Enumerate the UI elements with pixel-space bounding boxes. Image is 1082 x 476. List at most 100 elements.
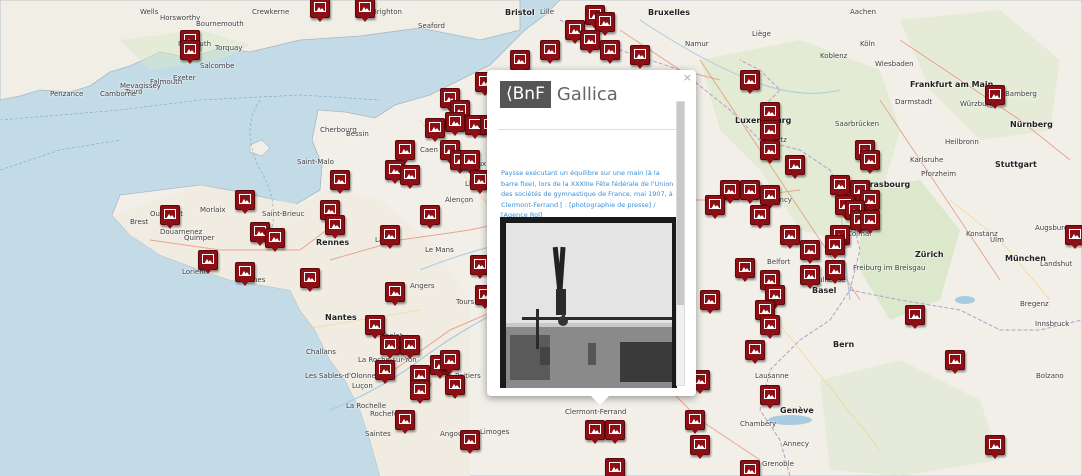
photo-marker-icon[interactable] xyxy=(750,205,770,229)
image-icon xyxy=(864,154,876,164)
photo-marker-icon[interactable] xyxy=(740,460,760,476)
image-icon xyxy=(764,144,776,154)
place-label: Bregenz xyxy=(1020,300,1049,308)
photo-marker-icon[interactable] xyxy=(160,205,180,229)
place-label: Penzance xyxy=(50,90,84,98)
photo-marker-icon[interactable] xyxy=(395,410,415,434)
photo-marker-icon[interactable] xyxy=(330,170,350,194)
photo-marker-icon[interactable] xyxy=(235,190,255,214)
place-label: Les Sables-d'Olonne xyxy=(305,372,376,380)
photo-marker-icon[interactable] xyxy=(745,340,765,364)
photo-marker-icon[interactable] xyxy=(385,282,405,306)
photo-marker-icon[interactable] xyxy=(265,228,285,252)
photo-marker-icon[interactable] xyxy=(605,458,625,476)
photo-marker-icon[interactable] xyxy=(395,140,415,164)
photo-marker-icon[interactable] xyxy=(760,102,780,126)
photo-marker-icon[interactable] xyxy=(785,155,805,179)
map-view[interactable]: Wells Horsworthy Crewkerne Brighton Bournemo… xyxy=(0,0,1082,476)
photo-marker-icon[interactable] xyxy=(375,360,395,384)
photo-marker-icon[interactable] xyxy=(605,420,625,444)
photo-marker-icon[interactable] xyxy=(580,30,600,54)
photo-marker-icon[interactable] xyxy=(540,40,560,64)
image-icon xyxy=(864,214,876,224)
photo-marker-icon[interactable] xyxy=(780,225,800,249)
photo-marker-icon[interactable] xyxy=(800,240,820,264)
photo-marker-icon[interactable] xyxy=(420,205,440,229)
image-icon xyxy=(764,274,776,284)
popup-scrollbar[interactable] xyxy=(676,101,685,386)
photo-marker-icon[interactable] xyxy=(180,40,200,64)
photo-marker-icon[interactable] xyxy=(300,268,320,292)
photo-marker-icon[interactable] xyxy=(735,258,755,282)
place-label: Saint-Brieuc xyxy=(262,210,305,218)
photo-marker-icon[interactable] xyxy=(380,225,400,249)
info-popup: × ⟨BnF Gallica Paysse exécutant un équil… xyxy=(487,70,696,405)
photo-marker-icon[interactable] xyxy=(600,40,620,64)
photo-marker-icon[interactable] xyxy=(685,410,705,434)
photo-marker-icon[interactable] xyxy=(585,420,605,444)
image-icon xyxy=(449,379,461,389)
photo-marker-icon[interactable] xyxy=(380,335,400,359)
photo-marker-icon[interactable] xyxy=(595,12,615,36)
photo-marker-icon[interactable] xyxy=(905,305,925,329)
place-label: Nantes xyxy=(325,313,357,322)
image-icon xyxy=(764,319,776,329)
photo-marker-icon[interactable] xyxy=(425,118,445,142)
close-icon[interactable]: × xyxy=(683,72,692,83)
photo-marker-icon[interactable] xyxy=(760,385,780,409)
photo-marker-icon[interactable] xyxy=(198,250,218,274)
photo-marker-icon[interactable] xyxy=(760,120,780,144)
image-icon xyxy=(704,294,716,304)
photo-marker-icon[interactable] xyxy=(440,350,460,374)
photo-marker-icon[interactable] xyxy=(690,435,710,459)
photo-marker-icon[interactable] xyxy=(985,85,1005,109)
image-icon xyxy=(764,189,776,199)
popup-content[interactable]: ⟨BnF Gallica Paysse exécutant un équilib… xyxy=(495,80,677,388)
scrollbar-thumb[interactable] xyxy=(677,102,684,305)
photo-marker-icon[interactable] xyxy=(460,430,480,454)
photo-marker-icon[interactable] xyxy=(740,180,760,204)
photo-marker-icon[interactable] xyxy=(310,0,330,22)
photo-marker-icon[interactable] xyxy=(355,0,375,22)
photo-marker-icon[interactable] xyxy=(705,195,725,219)
photo-marker-icon[interactable] xyxy=(760,140,780,164)
photo-marker-icon[interactable] xyxy=(830,175,850,199)
photo-marker-icon[interactable] xyxy=(510,50,530,74)
place-label: Douarnenez xyxy=(160,228,203,236)
photo-marker-icon[interactable] xyxy=(365,315,385,339)
photo-marker-icon[interactable] xyxy=(1065,225,1082,249)
photo-marker-icon[interactable] xyxy=(460,150,480,174)
place-label: Aachen xyxy=(850,8,877,16)
photo-marker-icon[interactable] xyxy=(445,112,465,136)
image-icon xyxy=(424,209,436,219)
image-icon xyxy=(304,272,316,282)
photo-marker-icon[interactable] xyxy=(760,185,780,209)
document-title-link[interactable]: Paysse exécutant un équilibre sur une ma… xyxy=(501,168,676,221)
photo-marker-icon[interactable] xyxy=(825,260,845,284)
photo-marker-icon[interactable] xyxy=(825,235,845,259)
place-label: Basel xyxy=(812,286,837,295)
image-icon xyxy=(414,384,426,394)
image-icon xyxy=(514,54,526,64)
photo-marker-icon[interactable] xyxy=(860,150,880,174)
photo-marker-icon[interactable] xyxy=(410,380,430,404)
photo-marker-icon[interactable] xyxy=(400,335,420,359)
photo-marker-icon[interactable] xyxy=(740,70,760,94)
photo-marker-icon[interactable] xyxy=(860,210,880,234)
photo-marker-icon[interactable] xyxy=(235,262,255,286)
photo-marker-icon[interactable] xyxy=(760,315,780,339)
photo-marker-icon[interactable] xyxy=(445,375,465,399)
image-icon xyxy=(749,344,761,354)
place-label: Nürnberg xyxy=(1010,120,1053,129)
photo-marker-icon[interactable] xyxy=(630,45,650,69)
photo-marker-icon[interactable] xyxy=(800,265,820,289)
photo-marker-icon[interactable] xyxy=(945,350,965,374)
photo-marker-icon[interactable] xyxy=(700,290,720,314)
gymnast-photo[interactable] xyxy=(500,217,677,388)
photo-marker-icon[interactable] xyxy=(325,215,345,239)
photo-marker-icon[interactable] xyxy=(400,165,420,189)
place-label: Morlaix xyxy=(200,206,226,214)
gallica-logo[interactable]: ⟨BnF Gallica xyxy=(500,81,618,108)
photo-marker-icon[interactable] xyxy=(985,435,1005,459)
image-icon xyxy=(759,304,771,314)
